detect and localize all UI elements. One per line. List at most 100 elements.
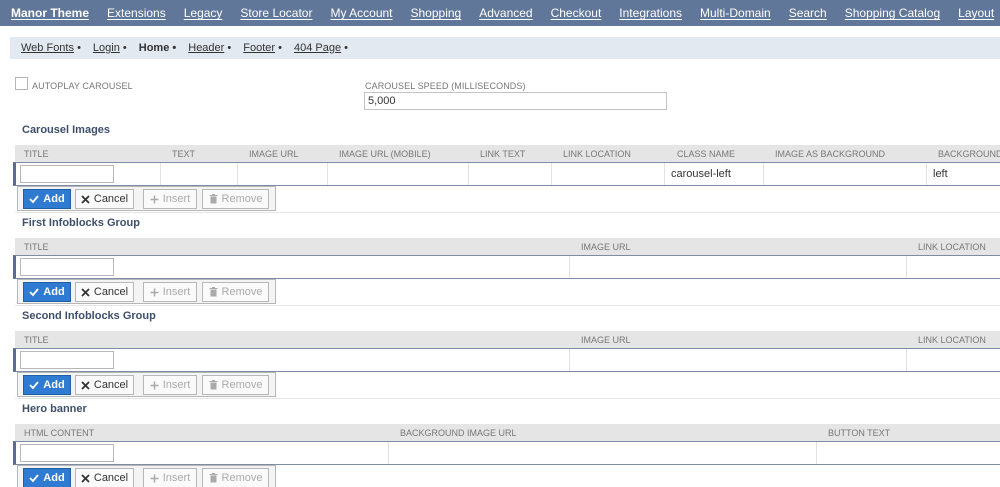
subtab-bullet: •	[122, 42, 127, 54]
cancel-button[interactable]: Cancel	[75, 282, 134, 302]
trash-icon	[209, 380, 218, 390]
col-button-text: BUTTON TEXT	[828, 428, 891, 438]
hero-banner-title: Hero banner	[22, 403, 87, 415]
title-input[interactable]	[20, 165, 114, 183]
cell-class-name[interactable]: carousel-left	[665, 163, 764, 185]
cell-title[interactable]	[16, 349, 570, 371]
insert-button[interactable]: Insert	[143, 189, 197, 209]
carousel-button-bar: Add Cancel Insert Remove	[17, 186, 276, 211]
nav-store-locator[interactable]: Store Locator	[233, 6, 319, 20]
insert-label: Insert	[162, 193, 191, 205]
col-image-url-mobile: IMAGE URL (MOBILE)	[339, 149, 431, 159]
hero-button-bar: Add Cancel Insert Remove	[17, 465, 276, 487]
cell-image-url-mobile[interactable]	[328, 163, 469, 185]
cell-link-location[interactable]	[907, 256, 1000, 278]
remove-button[interactable]: Remove	[202, 468, 269, 487]
nav-integrations[interactable]: Integrations	[612, 6, 689, 20]
trash-icon	[209, 194, 218, 204]
subtab-footer[interactable]: Footer •	[237, 42, 288, 54]
cell-image-url[interactable]	[570, 349, 907, 371]
nav-search[interactable]: Search	[782, 6, 834, 20]
col-link-location: LINK LOCATION	[918, 242, 986, 252]
x-icon	[81, 194, 90, 204]
subtab-header[interactable]: Header •	[182, 42, 237, 54]
nav-advanced[interactable]: Advanced	[472, 6, 539, 20]
subtab-footer-label: Footer	[243, 42, 276, 54]
cell-image-as-background[interactable]	[764, 163, 927, 185]
subtab-bullet: •	[278, 42, 282, 54]
cell-title[interactable]	[16, 163, 161, 185]
trash-icon	[209, 473, 218, 483]
cancel-label: Cancel	[93, 472, 129, 484]
insert-button[interactable]: Insert	[143, 375, 197, 395]
subtab-404-page-label: 404 Page	[293, 42, 342, 54]
add-button[interactable]: Add	[23, 282, 71, 302]
nav-legacy[interactable]: Legacy	[177, 6, 230, 20]
carousel-speed-input[interactable]	[364, 92, 667, 110]
col-link-location: LINK LOCATION	[918, 335, 986, 345]
divider	[15, 305, 1000, 306]
subtab-login[interactable]: Login •	[87, 42, 133, 54]
insert-label: Insert	[162, 379, 191, 391]
carousel-grid-header: TITLE TEXT IMAGE URL IMAGE URL (MOBILE) …	[15, 145, 1000, 163]
subtab-404-page[interactable]: 404 Page •	[288, 42, 354, 54]
html-content-input[interactable]	[20, 444, 114, 462]
subtab-web-fonts[interactable]: Web Fonts •	[15, 42, 87, 54]
autoplay-label: AUTOPLAY CAROUSEL	[32, 81, 133, 91]
cell-title[interactable]	[16, 256, 570, 278]
nav-extensions[interactable]: Extensions	[100, 6, 173, 20]
subtab-home[interactable]: Home •	[133, 42, 182, 54]
add-button[interactable]: Add	[23, 468, 71, 487]
cell-text[interactable]	[161, 163, 238, 185]
cell-link-text[interactable]	[469, 163, 552, 185]
divider	[15, 212, 1000, 213]
subtab-web-fonts-label: Web Fonts	[21, 42, 74, 54]
subtab-bullet: •	[172, 42, 177, 54]
hero-grid-header: HTML CONTENT BACKGROUND IMAGE URL BUTTON…	[15, 424, 1000, 442]
cancel-button[interactable]: Cancel	[75, 375, 134, 395]
cell-image-url[interactable]	[238, 163, 328, 185]
cell-button-text[interactable]	[817, 442, 1000, 464]
carousel-edit-row: carousel-left left	[13, 162, 1000, 186]
nav-manor-theme[interactable]: Manor Theme	[4, 6, 96, 20]
nav-layout[interactable]: Layout	[951, 6, 1000, 20]
nav-checkout[interactable]: Checkout	[544, 6, 609, 20]
cell-link-location[interactable]	[907, 349, 1000, 371]
remove-button[interactable]: Remove	[202, 282, 269, 302]
insert-label: Insert	[162, 286, 191, 298]
cell-link-location[interactable]	[552, 163, 665, 185]
x-icon	[81, 380, 90, 390]
insert-button[interactable]: Insert	[143, 468, 197, 487]
title-input[interactable]	[20, 351, 114, 369]
cell-background[interactable]: left	[927, 163, 1000, 185]
nav-my-account[interactable]: My Account	[323, 6, 399, 20]
remove-label: Remove	[221, 193, 263, 205]
cancel-button[interactable]: Cancel	[75, 189, 134, 209]
remove-button[interactable]: Remove	[202, 189, 269, 209]
nav-shopping[interactable]: Shopping	[404, 6, 469, 20]
col-image-url: IMAGE URL	[581, 242, 631, 252]
check-icon	[29, 474, 39, 483]
cancel-button[interactable]: Cancel	[75, 468, 134, 487]
subtab-bar: Web Fonts • Login • Home • Header • Foot…	[10, 37, 1000, 59]
nav-multi-domain[interactable]: Multi-Domain	[693, 6, 778, 20]
add-button[interactable]: Add	[23, 189, 71, 209]
add-label: Add	[43, 193, 65, 205]
add-button[interactable]: Add	[23, 375, 71, 395]
autoplay-checkbox[interactable]	[15, 77, 28, 90]
remove-label: Remove	[221, 379, 263, 391]
title-input[interactable]	[20, 258, 114, 276]
add-label: Add	[43, 286, 65, 298]
divider	[15, 398, 1000, 399]
carousel-images-title: Carousel Images	[22, 124, 111, 136]
infoblocks1-grid-header: TITLE IMAGE URL LINK LOCATION	[15, 238, 1000, 256]
cell-image-url[interactable]	[570, 256, 907, 278]
x-icon	[81, 287, 90, 297]
insert-button[interactable]: Insert	[143, 282, 197, 302]
remove-button[interactable]: Remove	[202, 375, 269, 395]
cell-html-content[interactable]	[16, 442, 389, 464]
col-background-image-url: BACKGROUND IMAGE URL	[400, 428, 517, 438]
nav-shopping-catalog[interactable]: Shopping Catalog	[838, 6, 947, 20]
cell-background-image-url[interactable]	[389, 442, 817, 464]
infoblocks2-button-bar: Add Cancel Insert Remove	[17, 372, 276, 397]
